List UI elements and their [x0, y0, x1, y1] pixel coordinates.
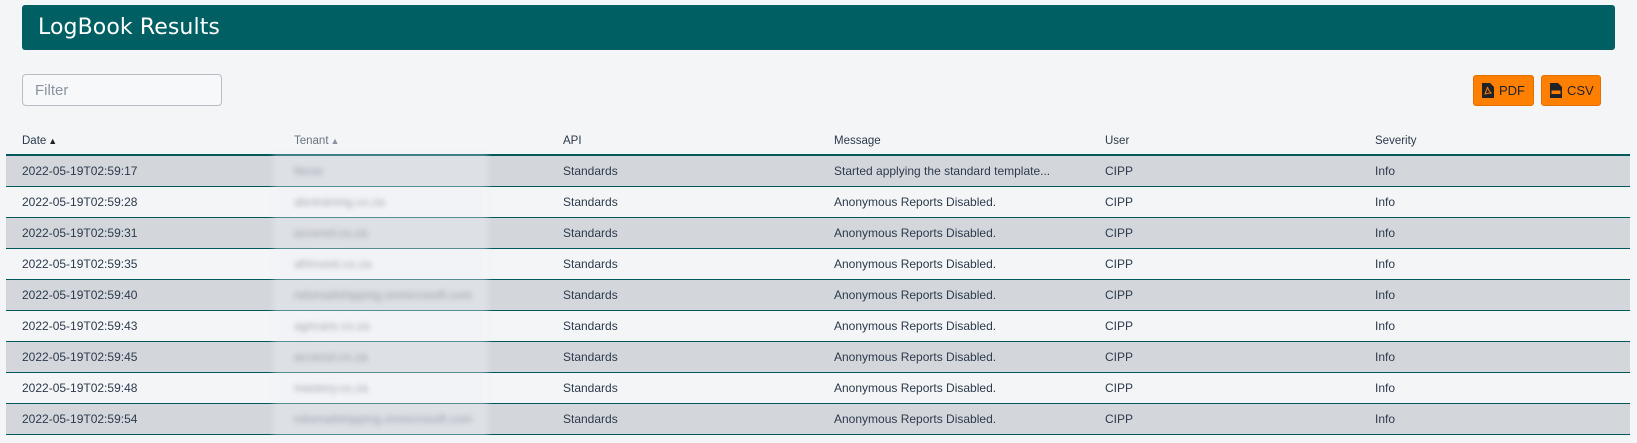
cell-user: CIPP	[1105, 412, 1134, 426]
table-row[interactable]: 2022-05-19T02:59:43 agricare.co.za Standar…	[6, 311, 1630, 342]
table-row[interactable]: 2022-05-19T02:59:35 afrinvest.co.za Standa…	[6, 249, 1630, 280]
page-title: LogBook Results	[38, 15, 220, 40]
page-header: LogBook Results	[22, 5, 1615, 50]
logbook-page: LogBook Results PDF CSV Date▲ Tenant▲	[0, 0, 1637, 443]
sort-up-icon: ▲	[330, 136, 340, 146]
table-row[interactable]: 2022-05-19T02:59:40 ndomailshipping.onmic…	[6, 280, 1630, 311]
cell-date: 2022-05-19T02:59:28	[22, 195, 138, 209]
cell-message: Anonymous Reports Disabled.	[834, 257, 997, 271]
cell-severity: Info	[1375, 381, 1396, 395]
cell-user: CIPP	[1105, 195, 1134, 209]
cell-tenant: None	[294, 164, 323, 178]
cell-date: 2022-05-19T02:59:35	[22, 257, 138, 271]
pdf-file-icon	[1482, 83, 1494, 98]
csv-file-icon	[1550, 83, 1562, 98]
cell-tenant: accenol.co.za	[294, 226, 368, 240]
table-row[interactable]: 2022-05-19T02:59:54 ndomailshipping.onmic…	[6, 404, 1630, 435]
cell-severity: Info	[1375, 164, 1396, 178]
column-header-tenant-label: Tenant	[294, 135, 329, 147]
column-header-user[interactable]: User	[1105, 135, 1129, 147]
cell-severity: Info	[1375, 319, 1396, 333]
column-header-date-label: Date	[22, 135, 47, 147]
cell-date: 2022-05-19T02:59:17	[22, 164, 138, 178]
cell-api: Standards	[563, 350, 618, 364]
logbook-table: Date ▲ Tenant ▲ API Message User Severity …	[6, 128, 1630, 435]
cell-message: Anonymous Reports Disabled.	[834, 350, 997, 364]
column-header-date[interactable]: Date ▲	[22, 135, 57, 147]
cell-api: Standards	[563, 226, 618, 240]
cell-date: 2022-05-19T02:59:43	[22, 319, 138, 333]
cell-api: Standards	[563, 257, 618, 271]
sort-up-icon: ▲	[48, 136, 58, 146]
table-row[interactable]: 2022-05-19T02:59:31 accenol.co.za Standard…	[6, 218, 1630, 249]
export-pdf-label: PDF	[1499, 83, 1525, 98]
cell-tenant: ndomailshipping.onmicrosoft.com	[294, 288, 473, 302]
cell-tenant: afrinvest.co.za	[294, 257, 372, 271]
cell-date: 2022-05-19T02:59:31	[22, 226, 138, 240]
table-row[interactable]: 2022-05-19T02:59:28 abctraining.co.za Stan…	[6, 187, 1630, 218]
cell-message: Anonymous Reports Disabled.	[834, 288, 997, 302]
cell-date: 2022-05-19T02:59:40	[22, 288, 138, 302]
cell-date: 2022-05-19T02:59:54	[22, 412, 138, 426]
cell-severity: Info	[1375, 195, 1396, 209]
cell-user: CIPP	[1105, 319, 1134, 333]
export-pdf-button[interactable]: PDF	[1473, 75, 1534, 106]
cell-date: 2022-05-19T02:59:45	[22, 350, 138, 364]
table-row[interactable]: 2022-05-19T02:59:45 accenol.co.za Standard…	[6, 342, 1630, 373]
table-row[interactable]: 2022-05-19T02:59:48 mastery.co.za Standard…	[6, 373, 1630, 404]
cell-tenant: ndomailshipping.onmicrosoft.com	[294, 412, 473, 426]
cell-severity: Info	[1375, 412, 1396, 426]
export-csv-label: CSV	[1567, 83, 1594, 98]
cell-user: CIPP	[1105, 257, 1134, 271]
cell-message: Anonymous Reports Disabled.	[834, 319, 997, 333]
cell-api: Standards	[563, 164, 618, 178]
cell-api: Standards	[563, 319, 618, 333]
cell-date: 2022-05-19T02:59:48	[22, 381, 138, 395]
column-header-api[interactable]: API	[563, 135, 582, 147]
cell-tenant: mastery.co.za	[294, 381, 368, 395]
cell-message: Started applying the standard template..…	[834, 164, 1051, 178]
cell-api: Standards	[563, 412, 618, 426]
table-body: 2022-05-19T02:59:17 None Standards Started …	[6, 156, 1630, 435]
cell-user: CIPP	[1105, 288, 1134, 302]
cell-user: CIPP	[1105, 350, 1134, 364]
column-header-severity[interactable]: Severity	[1375, 135, 1417, 147]
cell-user: CIPP	[1105, 381, 1134, 395]
export-csv-button[interactable]: CSV	[1541, 75, 1601, 106]
column-header-message[interactable]: Message	[834, 135, 881, 147]
cell-message: Anonymous Reports Disabled.	[834, 195, 997, 209]
filter-input[interactable]	[22, 74, 222, 106]
table-row[interactable]: 2022-05-19T02:59:17 None Standards Started …	[6, 156, 1630, 187]
cell-message: Anonymous Reports Disabled.	[834, 226, 997, 240]
cell-message: Anonymous Reports Disabled.	[834, 412, 997, 426]
cell-api: Standards	[563, 195, 618, 209]
table-header: Date ▲ Tenant ▲ API Message User Severity	[6, 128, 1630, 156]
cell-user: CIPP	[1105, 164, 1134, 178]
cell-message: Anonymous Reports Disabled.	[834, 381, 997, 395]
cell-api: Standards	[563, 381, 618, 395]
cell-tenant: agricare.co.za	[294, 319, 370, 333]
cell-severity: Info	[1375, 257, 1396, 271]
cell-tenant: abctraining.co.za	[294, 195, 385, 209]
cell-api: Standards	[563, 288, 618, 302]
cell-tenant: accenol.co.za	[294, 350, 368, 364]
cell-severity: Info	[1375, 350, 1396, 364]
cell-user: CIPP	[1105, 226, 1134, 240]
cell-severity: Info	[1375, 226, 1396, 240]
column-header-tenant[interactable]: Tenant ▲	[294, 135, 339, 147]
cell-severity: Info	[1375, 288, 1396, 302]
